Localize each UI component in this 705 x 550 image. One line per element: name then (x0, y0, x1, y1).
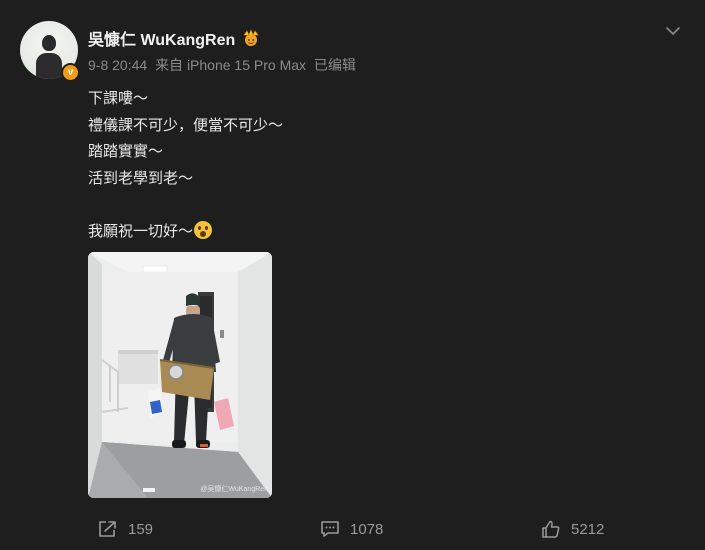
post-line: 下課嘍～ (88, 90, 149, 107)
post-line: 我願祝一切好～ (88, 222, 194, 240)
post-line: 活到老學到老～ (88, 169, 194, 187)
post-text: 下課嘍～ 禮儀課不可少，便當不可少～ 踏踏實實～ 活到老學到老～ 我願祝一切好～ (88, 86, 283, 245)
chevron-down-icon[interactable] (664, 22, 682, 40)
post-meta: 9-8 20:44 来自 iPhone 15 Pro Max 已编辑 (88, 55, 360, 75)
repost-icon (98, 520, 118, 538)
comment-icon (320, 520, 340, 538)
post-card: v 吳慷仁 WuKangRen 9-8 20:44 来自 iPhone 15 P… (0, 0, 705, 550)
post-source: 来自 iPhone 15 Pro Max (155, 57, 307, 73)
comment-button[interactable]: 1078 (320, 514, 383, 544)
verified-badge-icon: v (61, 63, 80, 82)
author-row: 吳慷仁 WuKangRen (88, 26, 261, 50)
post-date[interactable]: 9-8 20:44 (88, 57, 147, 73)
repost-button[interactable]: 159 (98, 514, 153, 544)
comment-count: 1078 (350, 520, 384, 538)
repost-count: 159 (128, 520, 154, 538)
username-link[interactable]: 吳慷仁 WuKangRen (88, 26, 235, 50)
post-line: 禮儀課不可少，便當不可少～ (88, 116, 284, 134)
post-line-last: 我願祝一切好～ (88, 219, 283, 246)
crown-emoji-icon (241, 29, 261, 47)
post-image[interactable]: @吴慷仁WuKangRen (88, 252, 272, 498)
edited-label[interactable]: 已编辑 (314, 57, 356, 73)
surprised-face-emoji-icon (194, 220, 213, 239)
action-bar: 159 1078 5212 (0, 514, 705, 544)
like-count: 5212 (571, 520, 605, 538)
thumbs-up-icon (541, 520, 561, 538)
post-line: 踏踏實實～ (88, 143, 164, 160)
image-watermark: @吴慷仁WuKangRen (200, 486, 268, 493)
like-button[interactable]: 5212 (541, 514, 604, 544)
